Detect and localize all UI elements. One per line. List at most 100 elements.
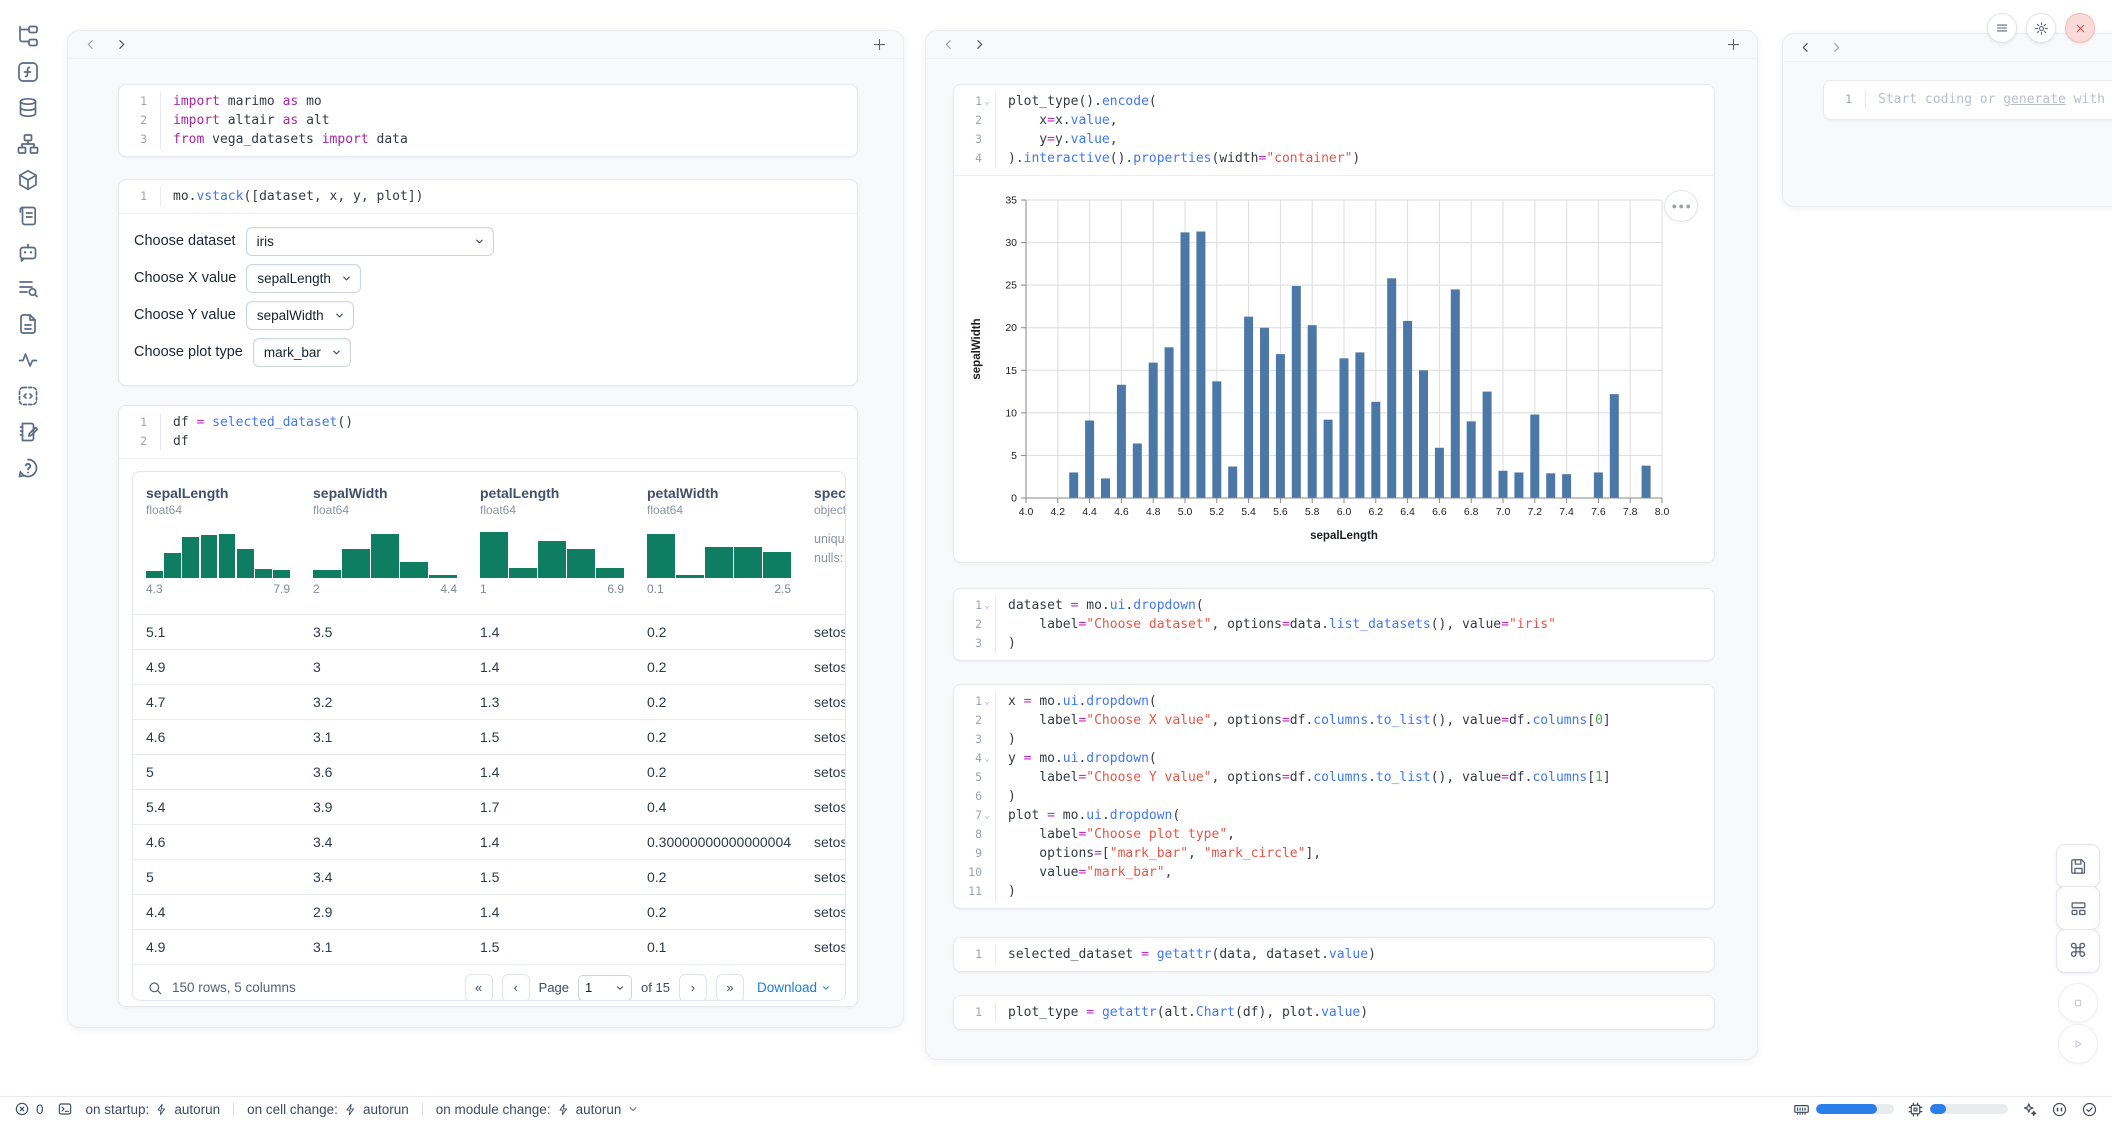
code-line[interactable]: 6): [954, 787, 1714, 806]
menu-button[interactable]: [1987, 13, 2017, 43]
column-header[interactable]: petalWidthfloat640.12.5: [634, 472, 801, 614]
cell-selected-dataset[interactable]: 1selected_dataset = getattr(data, datase…: [953, 937, 1715, 972]
table-row[interactable]: 4.63.11.50.2setosa: [133, 719, 845, 754]
run-button[interactable]: [2058, 1024, 2098, 1064]
code-line[interactable]: 1df = selected_dataset(): [119, 413, 857, 432]
document-icon[interactable]: [16, 312, 40, 336]
code-line[interactable]: 1⌄x = mo.ui.dropdown(: [954, 692, 1714, 711]
fold-icon[interactable]: ⌄: [982, 754, 992, 764]
column-next-icon[interactable]: [1830, 41, 1843, 54]
fold-icon[interactable]: ⌄: [982, 601, 992, 611]
fold-icon[interactable]: ⌄: [982, 697, 992, 707]
activity-icon[interactable]: [16, 348, 40, 372]
last-page-button[interactable]: »: [716, 974, 744, 1002]
help-icon[interactable]: [16, 456, 40, 480]
memory-usage[interactable]: [1793, 1101, 1894, 1118]
fold-icon[interactable]: ⌄: [982, 97, 992, 107]
code-line[interactable]: 4).interactive().properties(width="conta…: [954, 149, 1714, 168]
code-line[interactable]: 5 label="Choose Y value", options=df.col…: [954, 768, 1714, 787]
table-row[interactable]: 4.73.21.30.2setosa: [133, 684, 845, 719]
column-header[interactable]: sepalLengthfloat644.37.9: [133, 472, 300, 614]
cell-plot-type[interactable]: 1plot_type = getattr(alt.Chart(df), plot…: [953, 995, 1715, 1030]
code-line[interactable]: 3): [954, 730, 1714, 749]
column-next-icon[interactable]: [115, 38, 128, 51]
layout-button[interactable]: [2056, 886, 2100, 930]
database-icon[interactable]: [16, 96, 40, 120]
code-line[interactable]: 10 value="mark_bar",: [954, 863, 1714, 882]
code-editor[interactable]: 1⌄plot_type().encode(2 x=x.value,3 y=y.v…: [954, 85, 1714, 175]
prev-page-button[interactable]: ‹: [502, 974, 530, 1002]
connection-status[interactable]: [2081, 1101, 2098, 1118]
close-button[interactable]: [2065, 13, 2095, 43]
fold-icon[interactable]: ⌄: [982, 811, 992, 821]
errors-indicator[interactable]: 0: [14, 1101, 44, 1117]
code-line[interactable]: 11): [954, 882, 1714, 901]
on-cell-change-setting[interactable]: on cell change: autorun: [247, 1102, 409, 1117]
table-row[interactable]: 53.61.40.2setosa: [133, 754, 845, 789]
chart[interactable]: 4.04.24.44.64.85.05.25.45.65.86.06.26.46…: [966, 182, 1686, 558]
settings-button[interactable]: [2026, 13, 2056, 43]
ai-assist-button[interactable]: [2021, 1101, 2038, 1118]
code-line[interactable]: 4⌄y = mo.ui.dropdown(: [954, 749, 1714, 768]
table-row[interactable]: 4.93.11.50.1setosa: [133, 929, 845, 964]
code-line[interactable]: 1plot_type = getattr(alt.Chart(df), plot…: [954, 1003, 1714, 1022]
file-tree-icon[interactable]: [16, 24, 40, 48]
code-line[interactable]: 2 x=x.value,: [954, 111, 1714, 130]
save-button[interactable]: [2056, 844, 2100, 888]
list-search-icon[interactable]: [16, 276, 40, 300]
add-column-icon[interactable]: [1726, 37, 1741, 52]
code-editor[interactable]: 1df = selected_dataset()2df: [119, 406, 857, 458]
code-line[interactable]: 2 label="Choose dataset", options=data.l…: [954, 615, 1714, 634]
code-editor[interactable]: 1mo.vstack([dataset, x, y, plot]): [119, 180, 857, 213]
code-line[interactable]: 3): [954, 634, 1714, 653]
search-icon[interactable]: [147, 980, 163, 996]
function-icon[interactable]: [16, 60, 40, 84]
cell-df[interactable]: 1df = selected_dataset()2df sepalLengthf…: [118, 405, 858, 1007]
code-line[interactable]: 1Start coding or generate with AI: [1824, 90, 2112, 109]
code-line[interactable]: 7⌄plot = mo.ui.dropdown(: [954, 806, 1714, 825]
add-column-icon[interactable]: [872, 37, 887, 52]
dropdown-choose-x-value[interactable]: sepalLength: [246, 264, 361, 293]
page-select[interactable]: 1: [578, 975, 632, 1001]
scroll-icon[interactable]: [16, 204, 40, 228]
column-header[interactable]: speciesobjectunique:nulls:: [801, 472, 846, 614]
cpu-usage[interactable]: [1907, 1101, 2008, 1118]
code-editor[interactable]: 1import marimo as mo2import altair as al…: [119, 85, 857, 156]
stop-button[interactable]: [2058, 983, 2098, 1023]
copilot-button[interactable]: [2051, 1101, 2068, 1118]
code-line[interactable]: 1mo.vstack([dataset, x, y, plot]): [119, 187, 857, 206]
code-line[interactable]: 2import altair as alt: [119, 111, 857, 130]
code-editor[interactable]: 1selected_dataset = getattr(data, datase…: [954, 938, 1714, 971]
table-row[interactable]: 4.63.41.40.30000000000000004setosa: [133, 824, 845, 859]
code-editor[interactable]: 1Start coding or generate with AI: [1824, 81, 2112, 118]
dropdown-choose-y-value[interactable]: sepalWidth: [246, 301, 354, 330]
code-editor[interactable]: 1⌄x = mo.ui.dropdown(2 label="Choose X v…: [954, 685, 1714, 908]
cell-dataset[interactable]: 1⌄dataset = mo.ui.dropdown(2 label="Choo…: [953, 588, 1715, 661]
cell-new[interactable]: 1Start coding or generate with AI: [1823, 80, 2112, 120]
code-line[interactable]: 9 options=["mark_bar", "mark_circle"],: [954, 844, 1714, 863]
column-header[interactable]: petalLengthfloat6416.9: [467, 472, 634, 614]
terminal-button[interactable]: [57, 1101, 73, 1117]
cell-plot[interactable]: 1⌄plot_type().encode(2 x=x.value,3 y=y.v…: [953, 84, 1715, 563]
on-startup-setting[interactable]: on startup: autorun: [86, 1102, 221, 1117]
code-line[interactable]: 3from vega_datasets import data: [119, 130, 857, 149]
cell-imports[interactable]: 1import marimo as mo2import altair as al…: [118, 84, 858, 157]
scratchpad-icon[interactable]: [16, 420, 40, 444]
dropdown-choose-dataset[interactable]: iris: [246, 227, 494, 256]
column-prev-icon[interactable]: [942, 38, 955, 51]
code-editor[interactable]: 1plot_type = getattr(alt.Chart(df), plot…: [954, 996, 1714, 1029]
chart-actions-button[interactable]: ●●●: [1664, 190, 1698, 222]
cell-xyplot[interactable]: 1⌄x = mo.ui.dropdown(2 label="Choose X v…: [953, 684, 1715, 909]
package-icon[interactable]: [16, 168, 40, 192]
table-row[interactable]: 5.43.91.70.4setosa: [133, 789, 845, 824]
code-line[interactable]: 2df: [119, 432, 857, 451]
download-button[interactable]: Download: [757, 980, 831, 995]
table-row[interactable]: 5.13.51.40.2setosa: [133, 614, 845, 649]
column-prev-icon[interactable]: [1799, 41, 1812, 54]
code-line[interactable]: 3 y=y.value,: [954, 130, 1714, 149]
table-row[interactable]: 4.42.91.40.2setosa: [133, 894, 845, 929]
code-line[interactable]: 1import marimo as mo: [119, 92, 857, 111]
column-prev-icon[interactable]: [84, 38, 97, 51]
cell-vstack[interactable]: 1mo.vstack([dataset, x, y, plot]) Choose…: [118, 179, 858, 386]
workflow-icon[interactable]: [16, 132, 40, 156]
